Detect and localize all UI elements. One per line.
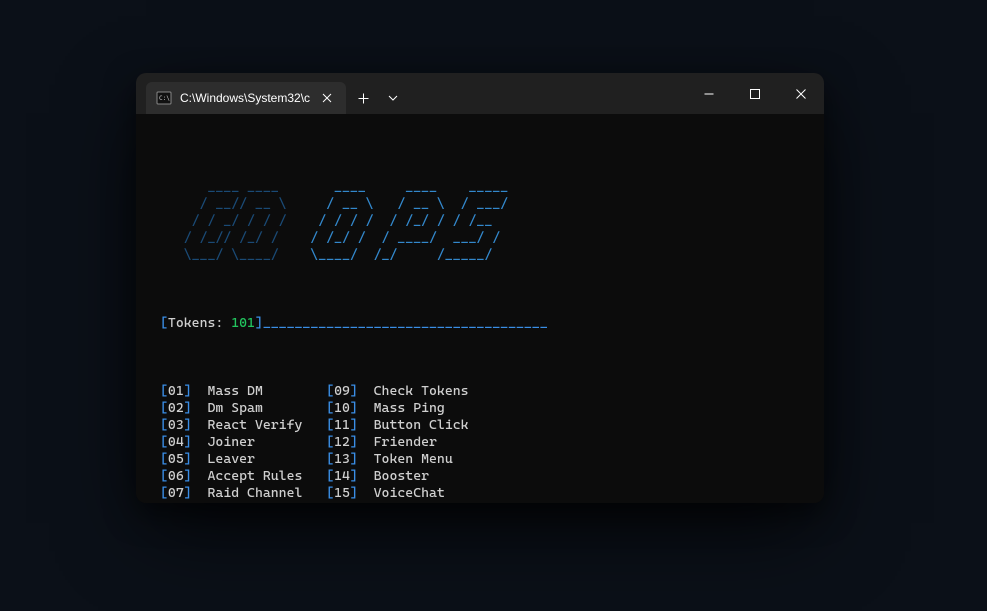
terminal-window: C:\ C:\Windows\System32\cmd.e <box>136 73 824 503</box>
terminal-body[interactable]: ____ ____ ____ ____ _____ / __// __ \ / … <box>136 114 824 503</box>
menu-row: [05] Leaver [13] Token Menu <box>160 451 824 468</box>
tokens-label: Tokens: <box>168 315 231 331</box>
tab-dropdown-button[interactable] <box>380 82 406 114</box>
menu-row: [03] React Verify [11] Button Click <box>160 417 824 434</box>
window-controls <box>686 73 824 114</box>
close-icon <box>796 89 806 99</box>
tokens-value: 101 <box>231 315 255 331</box>
maximize-icon <box>750 89 760 99</box>
menu-row: [04] Joiner [12] Friender <box>160 434 824 451</box>
ascii-art-logo: ____ ____ ____ ____ _____ / __// __ \ / … <box>160 162 824 264</box>
status-fill: ____________________________________ <box>263 315 548 331</box>
close-window-button[interactable] <box>778 73 824 114</box>
tab-close-button[interactable] <box>318 89 336 107</box>
tab-title: C:\Windows\System32\cmd.e <box>180 91 310 105</box>
close-icon <box>322 93 332 103</box>
titlebar: C:\ C:\Windows\System32\cmd.e <box>136 73 824 114</box>
status-line: [Tokens: 101]___________________________… <box>160 315 824 332</box>
new-tab-button[interactable] <box>346 82 380 114</box>
tab-active[interactable]: C:\ C:\Windows\System32\cmd.e <box>146 82 346 114</box>
minimize-button[interactable] <box>686 73 732 114</box>
chevron-down-icon <box>388 95 398 101</box>
svg-text:C:\: C:\ <box>159 95 170 102</box>
plus-icon <box>358 93 369 104</box>
menu-row: [01] Mass DM [09] Check Tokens <box>160 383 824 400</box>
menu-row: [08] Scrape Users [16] Onboarding <box>160 502 824 503</box>
menu-list: [01] Mass DM [09] Check Tokens[02] Dm Sp… <box>136 383 824 503</box>
minimize-icon <box>704 89 714 99</box>
menu-row: [07] Raid Channel [15] VoiceChat <box>160 485 824 502</box>
maximize-button[interactable] <box>732 73 778 114</box>
menu-row: [02] Dm Spam [10] Mass Ping <box>160 400 824 417</box>
tab-strip: C:\ C:\Windows\System32\cmd.e <box>136 73 406 114</box>
cmd-icon: C:\ <box>156 90 172 106</box>
menu-row: [06] Accept Rules [14] Booster <box>160 468 824 485</box>
